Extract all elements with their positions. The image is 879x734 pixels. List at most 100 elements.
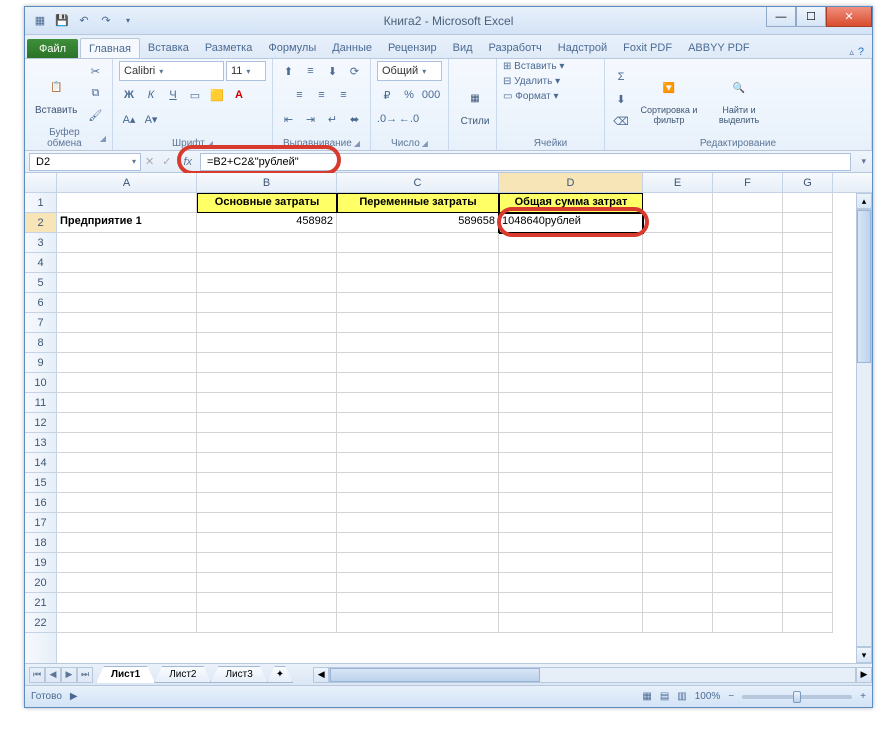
font-launcher-icon[interactable]: ◢: [207, 139, 213, 148]
cell-B21[interactable]: [197, 593, 337, 613]
cell-F14[interactable]: [713, 453, 783, 473]
cell-F20[interactable]: [713, 573, 783, 593]
ribbon-tab-5[interactable]: Рецензир: [380, 38, 445, 58]
cell-A20[interactable]: [57, 573, 197, 593]
row-header-5[interactable]: 5: [25, 273, 56, 293]
wrap-text-icon[interactable]: ↵: [323, 109, 343, 129]
cell-E1[interactable]: [643, 193, 713, 213]
grow-font-icon[interactable]: A▴: [119, 109, 139, 129]
cell-C21[interactable]: [337, 593, 499, 613]
cell-B7[interactable]: [197, 313, 337, 333]
tab-next-icon[interactable]: ▶: [61, 667, 77, 683]
cell-G1[interactable]: [783, 193, 833, 213]
cell-D22[interactable]: [499, 613, 643, 633]
cell-F15[interactable]: [713, 473, 783, 493]
cell-F19[interactable]: [713, 553, 783, 573]
cell-B16[interactable]: [197, 493, 337, 513]
copy-icon[interactable]: ⧉: [85, 84, 105, 104]
cell-A14[interactable]: [57, 453, 197, 473]
cell-D11[interactable]: [499, 393, 643, 413]
font-name-combo[interactable]: Calibri▾: [119, 61, 224, 81]
cell-A17[interactable]: [57, 513, 197, 533]
help-icon[interactable]: ?: [858, 46, 864, 58]
zoom-out-icon[interactable]: −: [728, 691, 734, 702]
cell-G4[interactable]: [783, 253, 833, 273]
close-button[interactable]: ✕: [826, 7, 872, 27]
cell-E7[interactable]: [643, 313, 713, 333]
cell-E21[interactable]: [643, 593, 713, 613]
cell-B13[interactable]: [197, 433, 337, 453]
increase-indent-icon[interactable]: ⇥: [301, 109, 321, 129]
row-header-20[interactable]: 20: [25, 573, 56, 593]
sheet-tab-0[interactable]: Лист1: [96, 666, 155, 683]
cell-B14[interactable]: [197, 453, 337, 473]
clear-icon[interactable]: ⌫: [611, 111, 631, 131]
col-header-F[interactable]: F: [713, 173, 783, 192]
undo-icon[interactable]: ↶: [75, 12, 93, 30]
cell-D2[interactable]: 1048640рублей: [499, 213, 643, 233]
cell-E14[interactable]: [643, 453, 713, 473]
col-header-G[interactable]: G: [783, 173, 833, 192]
zoom-thumb[interactable]: [793, 691, 801, 703]
cell-E19[interactable]: [643, 553, 713, 573]
cell-F2[interactable]: [713, 213, 783, 233]
cell-E3[interactable]: [643, 233, 713, 253]
maximize-button[interactable]: ☐: [796, 7, 826, 27]
increase-decimal-icon[interactable]: .0→: [377, 109, 397, 129]
cell-C2[interactable]: 589658: [337, 213, 499, 233]
cell-E5[interactable]: [643, 273, 713, 293]
expand-formula-icon[interactable]: ▾: [855, 156, 872, 167]
autosum-icon[interactable]: Σ: [611, 67, 631, 87]
row-header-17[interactable]: 17: [25, 513, 56, 533]
scroll-left-icon[interactable]: ◀: [313, 667, 329, 683]
align-middle-icon[interactable]: ≡: [301, 61, 321, 81]
cell-G2[interactable]: [783, 213, 833, 233]
row-header-19[interactable]: 19: [25, 553, 56, 573]
ribbon-help[interactable]: ▵ ?: [841, 46, 872, 58]
cell-D18[interactable]: [499, 533, 643, 553]
cell-D4[interactable]: [499, 253, 643, 273]
cell-B22[interactable]: [197, 613, 337, 633]
excel-icon[interactable]: ▦: [31, 12, 49, 30]
cell-A1[interactable]: [57, 193, 197, 213]
fill-color-button[interactable]: 🟨: [207, 85, 227, 105]
cell-C11[interactable]: [337, 393, 499, 413]
enter-formula-icon[interactable]: ✓: [158, 155, 175, 168]
ribbon-tab-2[interactable]: Разметка: [197, 38, 261, 58]
row-header-13[interactable]: 13: [25, 433, 56, 453]
merge-icon[interactable]: ⬌: [345, 109, 365, 129]
cell-G16[interactable]: [783, 493, 833, 513]
decrease-indent-icon[interactable]: ⇤: [279, 109, 299, 129]
cell-F17[interactable]: [713, 513, 783, 533]
sheet-tab-1[interactable]: Лист2: [154, 666, 211, 683]
cell-A21[interactable]: [57, 593, 197, 613]
find-select-button[interactable]: 🔍 Найти и выделить: [707, 70, 771, 128]
cell-A8[interactable]: [57, 333, 197, 353]
ribbon-tab-10[interactable]: ABBYY PDF: [680, 38, 758, 58]
insert-cells-button[interactable]: ⊞ Вставить ▾: [503, 61, 564, 72]
cell-F11[interactable]: [713, 393, 783, 413]
cell-D12[interactable]: [499, 413, 643, 433]
select-all-corner[interactable]: [25, 173, 57, 192]
row-header-4[interactable]: 4: [25, 253, 56, 273]
cell-G5[interactable]: [783, 273, 833, 293]
align-left-icon[interactable]: ≡: [290, 85, 310, 105]
cell-E15[interactable]: [643, 473, 713, 493]
cell-C22[interactable]: [337, 613, 499, 633]
ribbon-tab-4[interactable]: Данные: [324, 38, 380, 58]
view-break-icon[interactable]: ▥: [677, 691, 686, 702]
col-header-E[interactable]: E: [643, 173, 713, 192]
col-header-D[interactable]: D: [499, 173, 643, 192]
col-header-B[interactable]: B: [197, 173, 337, 192]
vscroll-thumb[interactable]: [857, 210, 871, 363]
file-tab[interactable]: Файл: [27, 39, 78, 58]
underline-button[interactable]: Ч: [163, 85, 183, 105]
ribbon-tab-6[interactable]: Вид: [445, 38, 481, 58]
macro-record-icon[interactable]: ▶: [70, 691, 78, 702]
row-header-3[interactable]: 3: [25, 233, 56, 253]
font-size-combo[interactable]: 11▾: [226, 61, 266, 81]
cell-G3[interactable]: [783, 233, 833, 253]
comma-icon[interactable]: 000: [421, 85, 441, 105]
scroll-right-icon[interactable]: ▶: [856, 667, 872, 683]
cell-D7[interactable]: [499, 313, 643, 333]
